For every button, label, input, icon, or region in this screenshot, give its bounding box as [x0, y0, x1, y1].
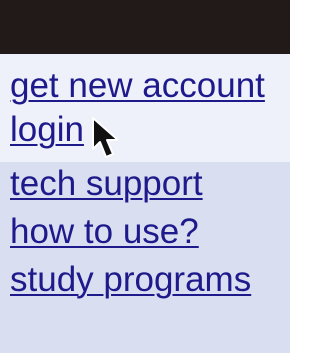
mouse-pointer-icon: [92, 117, 119, 158]
tech-support-link[interactable]: tech support: [10, 164, 203, 204]
side-menu: get new account login tech support how t…: [0, 0, 290, 353]
study-programs-link[interactable]: study programs: [10, 260, 251, 300]
how-to-use-link[interactable]: how to use?: [10, 212, 199, 252]
get-new-account-link[interactable]: get new account: [10, 66, 265, 106]
top-bar: [0, 0, 290, 54]
login-link[interactable]: login: [10, 110, 84, 150]
